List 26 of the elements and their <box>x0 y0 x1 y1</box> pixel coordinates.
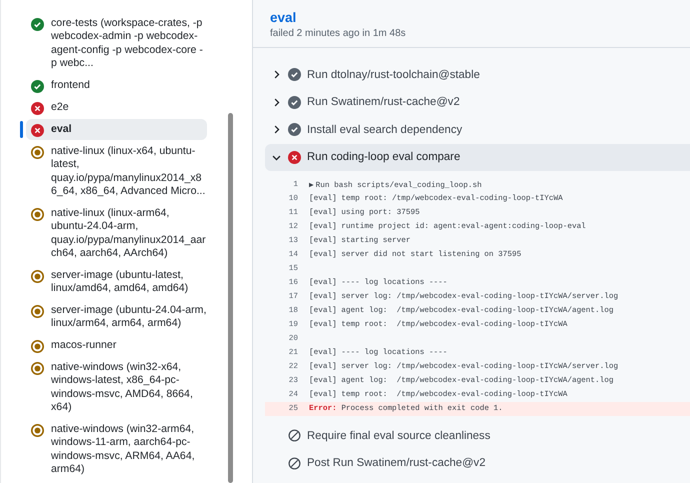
step-name: Run dtolnay/rust-toolchain@stable <box>307 68 480 81</box>
step-name: Run coding-loop eval compare <box>307 151 460 164</box>
step-row[interactable]: Run coding-loop eval compare <box>265 144 690 171</box>
job-item[interactable]: core-tests (workspace-crates, -p webcodex-admin -p webcodex-agent-config -p webcodex-core -p webc... <box>26 13 207 74</box>
job-item[interactable]: server-image (ubuntu-24.04-arm, linux/arm64, arm64, arm64) <box>26 300 207 334</box>
step-row[interactable]: Run Swatinem/rust-cache@v2 <box>265 88 690 116</box>
job-item[interactable]: native-windows (win32-x64, windows-latest, x86_64-pc-windows-msvc, AMD64, 8664, x64) <box>26 357 207 418</box>
job-item[interactable]: e2e <box>26 97 207 118</box>
job-item[interactable]: macos-runner <box>26 335 207 356</box>
step-row[interactable]: Require final eval source cleanliness <box>265 422 690 450</box>
step-row[interactable]: Post Run Swatinem/rust-cache@v2 <box>265 450 690 477</box>
job-item[interactable]: native-linux (linux-arm64, ubuntu-24.04-arm, quay.io/pypa/manylinux2014_aarch64, aarch64, AArch64) <box>26 203 207 264</box>
step-row[interactable]: Install eval search dependency <box>265 116 690 144</box>
step-name: Post Run Swatinem/rust-cache@v2 <box>307 457 486 470</box>
scrollbar-thumb[interactable] <box>228 113 233 483</box>
job-summary: failed 2 minutes ago in 1m 48s <box>270 27 407 41</box>
step-row[interactable]: Run dtolnay/rust-toolchain@stable <box>265 61 690 88</box>
job-item[interactable]: server-image (ubuntu-latest, linux/amd64, amd64, amd64) <box>26 265 207 299</box>
job-item[interactable]: native-windows (win32-arm64, windows-11-arm, aarch64-pc-windows-msvc, ARM64, AA64, arm64) <box>26 419 207 480</box>
selection-indicator <box>20 121 23 138</box>
step-name: Run Swatinem/rust-cache@v2 <box>307 96 460 108</box>
job-item[interactable]: frontend <box>26 75 207 96</box>
step-name: Install eval search dependency <box>307 124 462 136</box>
job-title[interactable]: eval <box>270 9 690 27</box>
job-item[interactable]: native-linux (linux-x64, ubuntu-latest, quay.io/pypa/manylinux2014_x86_64, x86_64, Advanced Micro... <box>26 141 207 202</box>
step-name: Require final eval source cleanliness <box>307 430 490 442</box>
